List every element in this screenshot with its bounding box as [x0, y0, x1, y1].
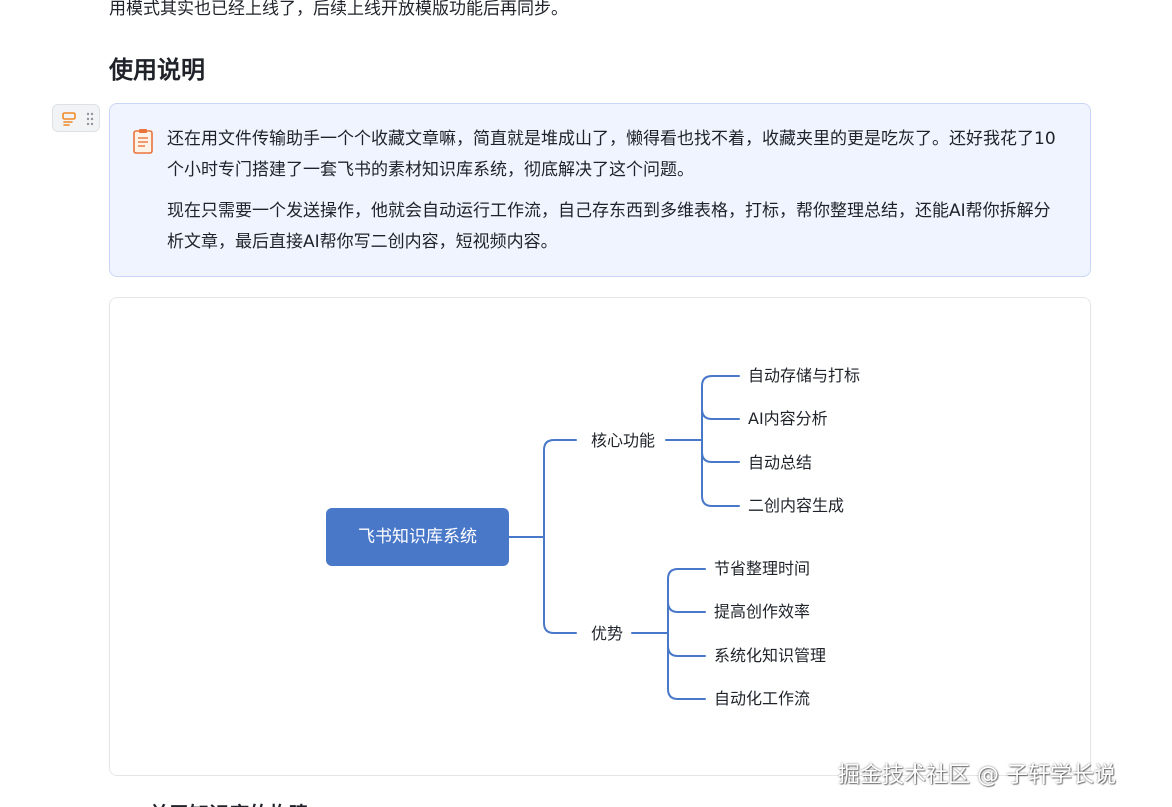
watermark-text: 掘金技术社区 @ 子轩学长说	[838, 763, 1116, 788]
callout-paragraph: 现在只需要一个发送操作，他就会自动运行工作流，自己存东西到多维表格，打标，帮你整…	[167, 201, 1051, 252]
mindmap-leaf-node[interactable]: 提高创作效率	[714, 602, 810, 622]
connector-line	[667, 632, 706, 700]
mindmap-branch-node[interactable]: 核心功能	[591, 431, 655, 451]
callout-paragraph: 还在用文件传输助手一个个收藏文章嘛，简直就是堆成山了，懒得看也找不着，收藏夹里的…	[167, 129, 1056, 180]
mindmap-root-node[interactable]: 飞书知识库系统	[326, 508, 509, 566]
memo-icon	[132, 128, 154, 158]
next-heading-partial: 一、关于知识库的构建	[109, 796, 309, 807]
connector-line	[543, 536, 577, 634]
mindmap-block[interactable]: 飞书知识库系统 核心功能 优势 自动存储与打标 AI内容分析 自动总结 二创内容…	[109, 297, 1091, 776]
mindmap-leaf-node[interactable]: 二创内容生成	[748, 496, 844, 516]
connector-line	[701, 408, 740, 441]
next-heading-text: 一、关于知识库的构建	[109, 798, 309, 807]
connector-line	[667, 568, 706, 634]
connector-line	[701, 375, 740, 441]
drag-handle-icon[interactable]	[85, 111, 95, 131]
connector-line	[701, 439, 740, 507]
callout-block[interactable]: 还在用文件传输助手一个个收藏文章嘛，简直就是堆成山了，懒得看也找不着，收藏夹里的…	[109, 103, 1091, 277]
mindmap-leaf-node[interactable]: 节省整理时间	[714, 559, 810, 579]
mindmap-leaf-node[interactable]: 自动存储与打标	[748, 366, 860, 386]
connector-line	[667, 632, 706, 657]
mindmap-branch-node[interactable]: 优势	[591, 624, 623, 644]
section-heading: 使用说明	[109, 56, 205, 84]
connector-line	[701, 439, 740, 463]
callout-type-icon[interactable]	[61, 111, 77, 131]
mindmap-leaf-node[interactable]: 自动化工作流	[714, 689, 810, 709]
block-handle[interactable]	[52, 104, 100, 132]
mindmap-leaf-node[interactable]: 系统化知识管理	[714, 646, 826, 666]
mindmap-leaf-node[interactable]: 自动总结	[748, 453, 812, 473]
paragraph-text: 用模式其实也已经上线了，后续上线开放模版功能后再同步。	[109, 0, 568, 19]
mindmap-leaf-node[interactable]: AI内容分析	[748, 409, 828, 429]
mindmap-connectors	[508, 375, 740, 700]
connector-line	[667, 601, 706, 634]
connector-line	[543, 439, 577, 538]
